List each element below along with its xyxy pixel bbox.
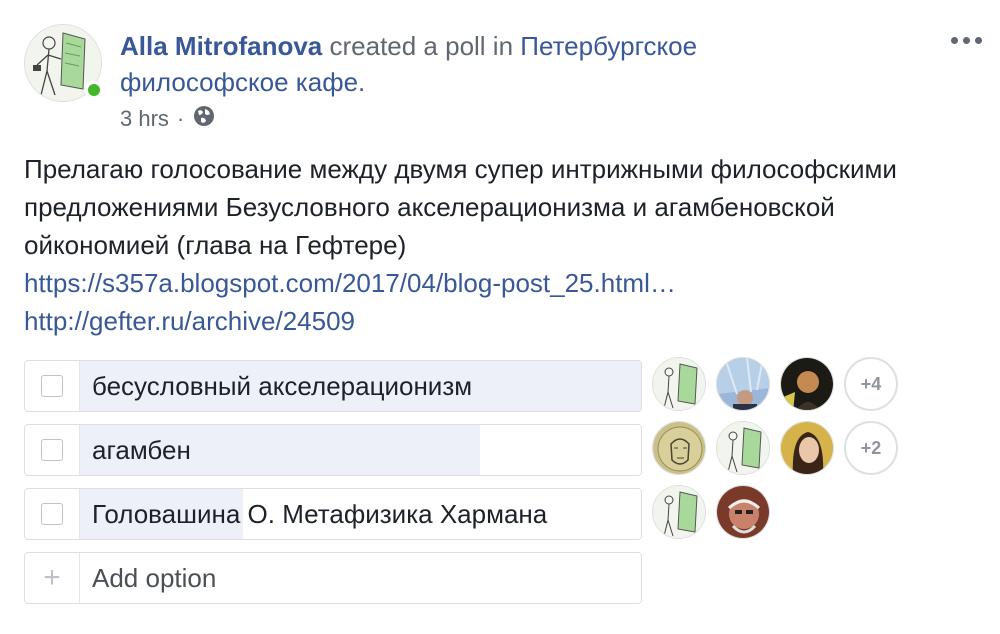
- voter-avatar[interactable]: [652, 485, 706, 539]
- globe-icon[interactable]: [192, 104, 216, 134]
- poll-option-label: Головашина О. Метафизика Хармана: [92, 498, 548, 529]
- voter-avatar[interactable]: [716, 421, 770, 475]
- poll-option-1[interactable]: бесусловный акселерационизм: [24, 360, 642, 412]
- action-text: created a poll in: [329, 31, 514, 61]
- add-option-field[interactable]: + Add option: [24, 552, 642, 604]
- poll-option-3[interactable]: Головашина О. Метафизика Хармана: [24, 488, 642, 540]
- poll-option-label: бесусловный акселерационизм: [92, 370, 473, 401]
- poll-option-2[interactable]: агамбен: [24, 424, 642, 476]
- post-link-blogspot[interactable]: https://s357a.blogspot.com/2017/04/blog-…: [24, 264, 974, 302]
- plus-icon: +: [25, 553, 80, 603]
- timestamp-link[interactable]: 3 hrs: [120, 106, 169, 132]
- voter-avatar[interactable]: [780, 357, 834, 411]
- more-voters-count[interactable]: +2: [844, 421, 898, 475]
- online-status-indicator: [85, 81, 103, 99]
- voter-avatar[interactable]: [780, 421, 834, 475]
- poll-checkbox-cell[interactable]: [25, 361, 80, 411]
- voter-avatar[interactable]: [716, 485, 770, 539]
- poll-checkbox[interactable]: [41, 439, 63, 461]
- voter-avatar[interactable]: [652, 357, 706, 411]
- more-voters-count[interactable]: +4: [844, 357, 898, 411]
- poll-option-label: агамбен: [92, 434, 191, 465]
- poll-checkbox-cell[interactable]: [25, 489, 80, 539]
- voter-avatar[interactable]: [652, 421, 706, 475]
- post-link-gefter[interactable]: http://gefter.ru/archive/24509: [24, 302, 974, 340]
- post-body: Прелагаю голосование между двумя супер и…: [24, 150, 974, 340]
- poll-checkbox-cell[interactable]: [25, 425, 80, 475]
- post-text: Прелагаю голосование между двумя супер и…: [24, 154, 897, 260]
- voter-avatar[interactable]: [716, 357, 770, 411]
- more-options-icon[interactable]: [946, 22, 986, 58]
- post-meta: 3 hrs ·: [120, 104, 216, 134]
- post-header: Alla Mitrofanova created a poll in Петер…: [120, 28, 820, 100]
- poll-checkbox[interactable]: [41, 375, 63, 397]
- meta-separator: ·: [176, 106, 185, 131]
- feed-post: Alla Mitrofanova created a poll in Петер…: [0, 0, 1000, 634]
- add-option-placeholder: Add option: [92, 562, 217, 593]
- poll-checkbox[interactable]: [41, 503, 63, 525]
- author-name-link[interactable]: Alla Mitrofanova: [120, 31, 322, 61]
